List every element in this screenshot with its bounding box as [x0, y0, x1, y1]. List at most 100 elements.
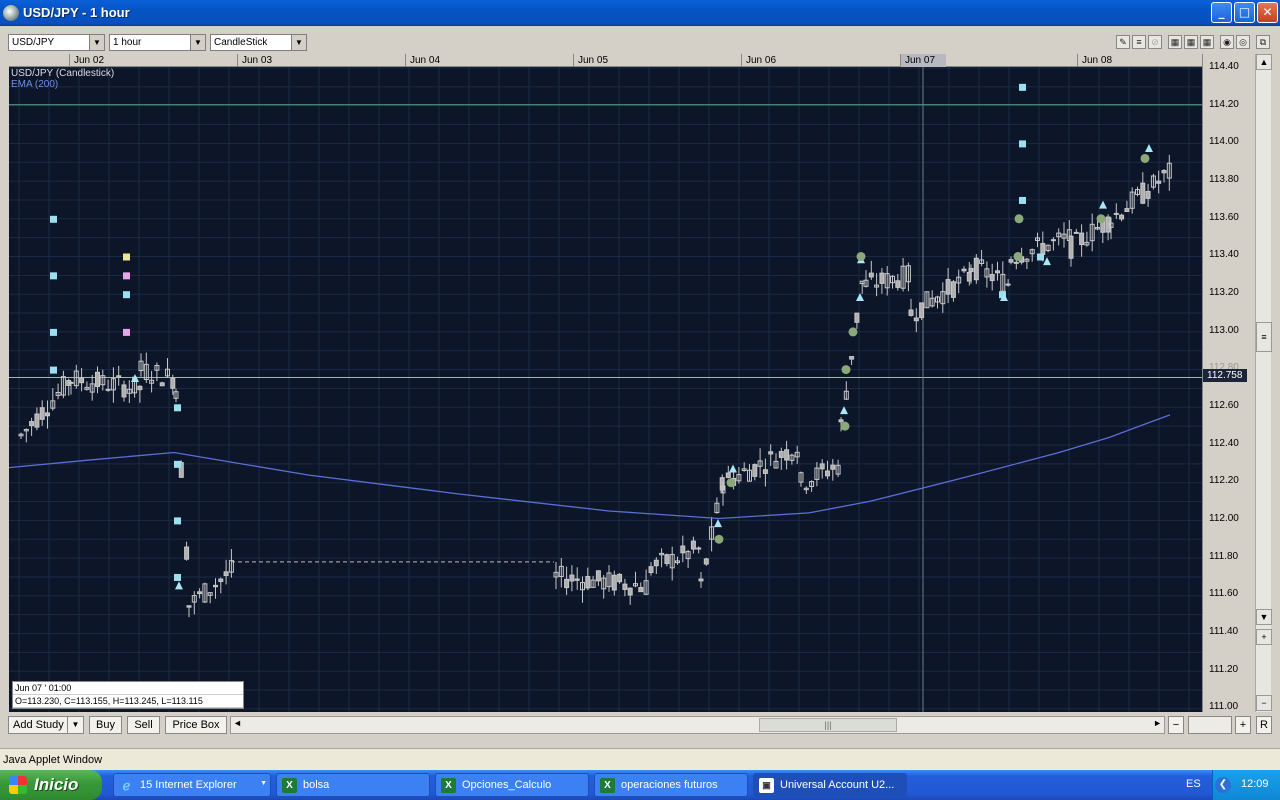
chevron-down-icon[interactable]: ▼	[67, 717, 83, 733]
candle-body	[968, 267, 974, 273]
candle-body	[950, 281, 956, 298]
add-study-button[interactable]: Add Study ▼	[8, 716, 84, 734]
taskbar-item-opciones-calculo[interactable]: X Opciones_Calculo	[435, 773, 589, 797]
grid3-icon[interactable]: ▦	[1200, 35, 1214, 49]
candle-body	[186, 605, 192, 608]
candle-body	[68, 381, 74, 384]
zoom-icon[interactable]: ◉	[1220, 35, 1234, 49]
scroll-down-icon[interactable]: ▼	[1256, 609, 1272, 625]
candle-body	[1145, 190, 1151, 199]
candle-body	[825, 470, 830, 477]
zoom-in-button[interactable]: +	[1256, 629, 1272, 645]
minimize-button[interactable]: _	[1211, 2, 1232, 23]
language-indicator[interactable]: ES	[1186, 778, 1201, 790]
candle-body	[45, 412, 50, 417]
scroll-right-icon[interactable]: ►	[1153, 718, 1162, 728]
title-bar: USD/JPY - 1 hour _ □ ✕	[0, 0, 1280, 26]
price-label: 111.20	[1209, 664, 1239, 675]
signal-dot	[726, 478, 736, 488]
zoom-slider[interactable]	[1188, 716, 1232, 734]
symbol-select[interactable]: USD/JPY ▼	[8, 34, 105, 51]
horizontal-scroll-thumb[interactable]: |||	[759, 718, 897, 732]
task-label: Opciones_Calculo	[462, 779, 552, 791]
info-date: Jun 07 ' 01:00	[13, 682, 243, 695]
chevron-down-icon[interactable]: ▼	[291, 35, 306, 50]
candle-body	[595, 570, 601, 582]
scroll-up-icon[interactable]: ▲	[1256, 54, 1272, 70]
close-button[interactable]: ✕	[1257, 2, 1278, 23]
chart-canvas[interactable]	[9, 67, 1202, 712]
chart-type-select[interactable]: CandleStick ▼	[210, 34, 307, 51]
price-box-button[interactable]: Price Box	[165, 716, 227, 734]
maximize-button[interactable]: □	[1234, 2, 1255, 23]
settings-icon[interactable]: ◎	[1236, 35, 1250, 49]
eraser-icon[interactable]: ⊘	[1148, 35, 1162, 49]
price-axis: 114.40 114.20 114.00 113.80 113.60 113.4…	[1202, 54, 1254, 712]
vertical-scrollbar[interactable]: ▲ ≡ ▼ + −	[1255, 54, 1272, 712]
start-button[interactable]: Inicio	[0, 770, 102, 800]
grid-icon[interactable]: ▦	[1168, 35, 1182, 49]
price-label: 111.40	[1209, 626, 1239, 637]
scroll-left-icon[interactable]: ◄	[233, 718, 242, 728]
taskbar-item-bolsa[interactable]: X bolsa	[276, 773, 430, 797]
lines-icon[interactable]: ≡	[1132, 35, 1146, 49]
chevron-down-icon[interactable]: ▼	[89, 35, 104, 50]
detach-icon[interactable]: ⧉	[1256, 35, 1270, 49]
ohlc-info-box: Jun 07 ' 01:00 O=113.230, C=113.155, H=1…	[12, 681, 244, 709]
signal-square	[50, 272, 57, 280]
price-label: 111.80	[1209, 551, 1239, 562]
add-study-label: Add Study	[13, 719, 64, 731]
sell-button[interactable]: Sell	[127, 716, 160, 734]
candle-body	[698, 578, 704, 582]
pencil-icon[interactable]: ✎	[1116, 35, 1130, 49]
vertical-scroll-thumb[interactable]: ≡	[1256, 322, 1272, 352]
candle-body	[989, 274, 995, 282]
signal-square	[50, 366, 57, 374]
interval-select[interactable]: 1 hour ▼	[109, 34, 206, 51]
candle-body	[197, 591, 203, 595]
candle-body	[961, 268, 967, 272]
signal-square	[1019, 140, 1026, 148]
signal-dot	[714, 534, 724, 544]
candle-body	[653, 559, 659, 567]
task-label: Universal Account U2...	[780, 779, 895, 791]
interval-value: 1 hour	[113, 37, 142, 48]
grid2-icon[interactable]: ▦	[1184, 35, 1198, 49]
candle-body	[879, 272, 885, 284]
candle-body	[819, 463, 825, 470]
candlestick-chart[interactable]: USD/JPY (Candlestick) EMA (200) Jun 07 '…	[9, 67, 1202, 712]
buy-button[interactable]: Buy	[89, 716, 122, 734]
buy-signal-triangle	[175, 581, 183, 590]
candle-body	[29, 421, 35, 427]
candle-body	[1119, 214, 1125, 220]
candle-body	[919, 302, 925, 319]
candle-body	[95, 371, 100, 388]
candle-body	[105, 388, 111, 391]
taskbar-item-universal-account[interactable]: ▣ Universal Account U2...	[753, 773, 907, 797]
chart-type-value: CandleStick	[214, 37, 268, 48]
zoom-out-time-button[interactable]: −	[1168, 716, 1184, 734]
zoom-in-time-button[interactable]: +	[1235, 716, 1251, 734]
zoom-out-button[interactable]: −	[1256, 695, 1272, 711]
chevron-down-icon[interactable]: ▼	[190, 35, 205, 50]
price-label: 114.00	[1209, 136, 1239, 147]
taskbar-item-operaciones-futuros[interactable]: X operaciones futuros	[594, 773, 748, 797]
price-label: 113.20	[1209, 287, 1239, 298]
horizontal-scrollbar[interactable]: ◄ ||| ►	[230, 716, 1165, 734]
tray-expand-icon[interactable]: ❮	[1215, 777, 1231, 793]
chevron-down-icon: ▼	[260, 780, 267, 787]
time-axis: Jun 02 Jun 03 Jun 04 Jun 05 Jun 06 Jun 0…	[9, 54, 1202, 67]
candle-body	[680, 545, 686, 554]
clock: 12:09	[1241, 778, 1269, 790]
candle-body	[1140, 182, 1146, 204]
signal-square	[123, 253, 130, 261]
candle-body	[159, 382, 165, 387]
task-label: bolsa	[303, 779, 330, 791]
price-label: 112.60	[1209, 400, 1239, 411]
candle-body	[617, 573, 623, 583]
taskbar-item-internet-explorer[interactable]: ℯ 15 Internet Explorer ▼	[113, 773, 271, 797]
signal-dot	[856, 252, 866, 261]
reset-button[interactable]: R	[1256, 716, 1272, 734]
candle-body	[1124, 208, 1130, 212]
system-tray: ❮ 12:09	[1212, 770, 1280, 800]
